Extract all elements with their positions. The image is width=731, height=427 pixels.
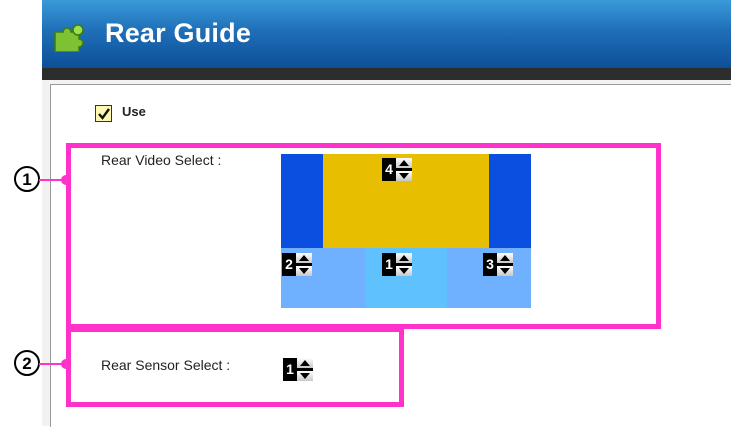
center-position-stepper[interactable]: 1 — [382, 253, 412, 276]
preview-right-top — [489, 154, 531, 248]
puzzle-icon — [54, 24, 84, 52]
decrement-arrow-icon[interactable] — [396, 266, 412, 276]
preview-left-top — [281, 154, 323, 248]
annotation-marker-2: 2 — [14, 350, 40, 376]
window-title: Rear Guide — [105, 18, 252, 48]
use-checkbox[interactable] — [95, 105, 112, 122]
top-position-stepper[interactable]: 4 — [382, 158, 412, 181]
decrement-arrow-icon[interactable] — [497, 266, 513, 276]
checkmark-icon — [98, 108, 110, 120]
center-position-value: 1 — [385, 256, 393, 272]
decrement-arrow-icon[interactable] — [296, 266, 312, 276]
increment-arrow-icon[interactable] — [297, 358, 313, 368]
title-separator — [42, 68, 731, 80]
decrement-arrow-icon[interactable] — [396, 171, 412, 181]
rear-sensor-select-label: Rear Sensor Select : — [101, 357, 231, 373]
title-bar: Rear Guide — [42, 0, 731, 68]
use-label: Use — [122, 104, 146, 119]
decrement-arrow-icon[interactable] — [297, 371, 313, 381]
left-position-stepper[interactable]: 2 — [282, 253, 312, 276]
increment-arrow-icon[interactable] — [396, 158, 412, 168]
left-position-value: 2 — [285, 256, 293, 272]
rear-sensor-value: 1 — [286, 361, 294, 377]
rear-video-select-label: Rear Video Select : — [101, 152, 222, 168]
annotation-marker-1: 1 — [14, 166, 40, 192]
right-position-value: 3 — [486, 256, 494, 272]
increment-arrow-icon[interactable] — [396, 253, 412, 263]
increment-arrow-icon[interactable] — [497, 253, 513, 263]
increment-arrow-icon[interactable] — [296, 253, 312, 263]
right-position-stepper[interactable]: 3 — [483, 253, 513, 276]
top-position-value: 4 — [385, 161, 393, 177]
rear-sensor-stepper[interactable]: 1 — [283, 358, 313, 381]
